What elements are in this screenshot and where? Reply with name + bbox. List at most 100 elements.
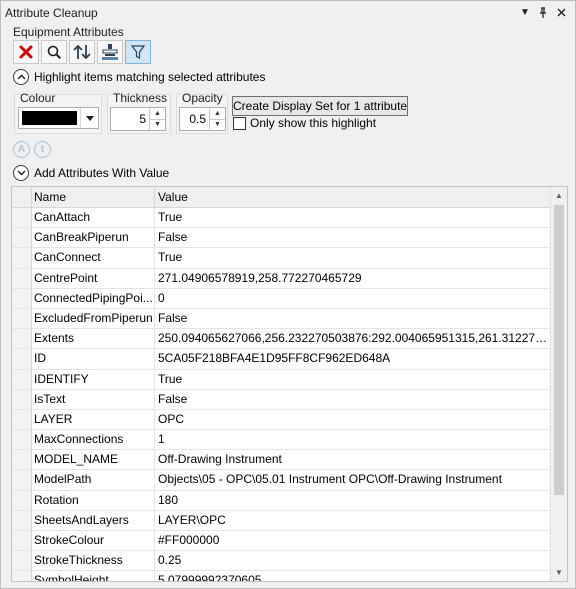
table-row[interactable]: CanConnect True	[12, 248, 551, 269]
attribute-name-cell[interactable]: IDENTIFY	[32, 369, 155, 389]
row-header[interactable]	[12, 268, 32, 288]
scroll-down-icon[interactable]: ▼	[551, 564, 567, 581]
table-row[interactable]: SymbolHeight 5.07999992370605	[12, 571, 551, 581]
row-header[interactable]	[12, 531, 32, 551]
stepper-up-icon[interactable]: ▲	[150, 108, 165, 119]
attribute-name-cell[interactable]: MaxConnections	[32, 430, 155, 450]
scroll-up-icon[interactable]: ▲	[551, 187, 567, 204]
colour-picker[interactable]	[18, 107, 99, 129]
table-row[interactable]: Extents 250.094065627066,256.232270503876…	[12, 329, 551, 350]
row-header[interactable]	[12, 228, 32, 248]
table-row[interactable]: ConnectedPipingPoi... 0	[12, 288, 551, 309]
table-row[interactable]: ID 5CA05F218BFA4E1D95FF8CF962ED648A	[12, 349, 551, 370]
table-row[interactable]: StrokeColour #FF000000	[12, 531, 551, 552]
attribute-value-cell[interactable]: 1	[155, 430, 551, 449]
row-header[interactable]	[12, 288, 32, 308]
opacity-stepper[interactable]: 0.5 ▲ ▼	[179, 107, 226, 131]
attribute-name-cell[interactable]: ConnectedPipingPoi...	[32, 288, 155, 308]
only-show-highlight-option[interactable]: Only show this highlight	[233, 116, 376, 130]
row-header[interactable]	[12, 389, 32, 409]
row-header[interactable]	[12, 450, 32, 470]
chevron-up-icon[interactable]	[13, 69, 29, 85]
attribute-value-cell[interactable]: 5CA05F218BFA4E1D95FF8CF962ED648A	[155, 349, 551, 368]
thickness-value[interactable]: 5	[111, 108, 149, 130]
attribute-value-cell[interactable]: 271.04906578919,258.772270465729	[155, 269, 551, 288]
zoom-button[interactable]	[41, 40, 67, 64]
attribute-name-cell[interactable]: CanAttach	[32, 208, 155, 228]
opacity-value[interactable]: 0.5	[180, 108, 209, 130]
attribute-name-cell[interactable]: Extents	[32, 329, 155, 349]
attribute-value-cell[interactable]: 180	[155, 491, 551, 510]
attribute-value-cell[interactable]: True	[155, 208, 551, 227]
row-header[interactable]	[12, 308, 32, 329]
create-display-set-button[interactable]: Create Display Set for 1 attribute	[232, 96, 408, 116]
row-header[interactable]	[12, 430, 32, 450]
attribute-name-cell[interactable]: SymbolHeight	[32, 571, 155, 581]
row-header[interactable]	[12, 248, 32, 268]
attribute-value-cell[interactable]: Off-Drawing Instrument	[155, 450, 551, 469]
table-row[interactable]: SheetsAndLayers LAYER\OPC	[12, 510, 551, 531]
attribute-name-cell[interactable]: ModelPath	[32, 470, 155, 490]
dropdown-icon[interactable]: ▼	[517, 5, 533, 21]
table-row[interactable]: IsText False	[12, 389, 551, 410]
table-row[interactable]: StrokeThickness 0.25	[12, 551, 551, 572]
attribute-name-cell[interactable]: Rotation	[32, 490, 155, 510]
stepper-up-icon[interactable]: ▲	[210, 108, 225, 119]
attribute-name-cell[interactable]: StrokeThickness	[32, 551, 155, 571]
attribute-value-cell[interactable]: #FF000000	[155, 531, 551, 550]
column-header-value[interactable]: Value	[155, 187, 551, 207]
filter-button[interactable]	[125, 40, 151, 64]
display-button[interactable]	[97, 40, 123, 64]
row-header[interactable]	[12, 490, 32, 510]
attribute-value-cell[interactable]: True	[155, 370, 551, 389]
row-header[interactable]	[12, 571, 32, 581]
delete-button[interactable]	[13, 40, 39, 64]
row-header[interactable]	[12, 329, 32, 349]
attribute-name-cell[interactable]: LAYER	[32, 409, 155, 430]
attribute-value-cell[interactable]: False	[155, 228, 551, 247]
table-row[interactable]: CentrePoint 271.04906578919,258.772270465…	[12, 268, 551, 289]
attribute-name-cell[interactable]: IsText	[32, 389, 155, 409]
attribute-name-cell[interactable]: CanConnect	[32, 248, 155, 268]
attribute-name-cell[interactable]: SheetsAndLayers	[32, 510, 155, 530]
column-header-name[interactable]: Name	[32, 187, 155, 207]
attribute-value-cell[interactable]: OPC	[155, 410, 551, 429]
only-show-checkbox[interactable]	[233, 116, 246, 130]
row-header[interactable]	[12, 349, 32, 369]
chevron-down-icon[interactable]	[13, 165, 29, 181]
attribute-value-cell[interactable]: True	[155, 248, 551, 267]
row-header[interactable]	[12, 470, 32, 490]
pin-icon[interactable]	[535, 5, 551, 21]
table-row[interactable]: IDENTIFY True	[12, 369, 551, 390]
add-attributes-section-header[interactable]: Add Attributes With Value	[13, 165, 169, 181]
row-header[interactable]	[12, 409, 32, 430]
swap-button[interactable]	[69, 40, 95, 64]
attribute-name-cell[interactable]: StrokeColour	[32, 531, 155, 551]
row-header[interactable]	[12, 510, 32, 530]
attribute-value-cell[interactable]: 5.07999992370605	[155, 571, 551, 581]
attribute-name-cell[interactable]: MODEL_NAME	[32, 450, 155, 470]
attribute-name-cell[interactable]: CanBreakPiperun	[32, 228, 155, 248]
attribute-value-cell[interactable]: False	[155, 390, 551, 409]
table-row[interactable]: Rotation 180	[12, 490, 551, 511]
vertical-scrollbar[interactable]: ▲ ▼	[550, 187, 567, 581]
attribute-value-cell[interactable]: 0.25	[155, 551, 551, 570]
row-header[interactable]	[12, 551, 32, 571]
thickness-stepper[interactable]: 5 ▲ ▼	[110, 107, 166, 131]
attribute-value-cell[interactable]: 250.094065627066,256.232270503876:292.00…	[155, 329, 551, 348]
row-header[interactable]	[12, 369, 32, 389]
highlight-section-header[interactable]: Highlight items matching selected attrib…	[13, 69, 265, 85]
table-row[interactable]: MODEL_NAME Off-Drawing Instrument	[12, 450, 551, 471]
attribute-value-cell[interactable]: LAYER\OPC	[155, 511, 551, 530]
attribute-value-cell[interactable]: Objects\05 - OPC\05.01 Instrument OPC\Of…	[155, 470, 551, 489]
row-header[interactable]	[12, 208, 32, 228]
attribute-name-cell[interactable]: ExcludedFromPiperun	[32, 308, 155, 329]
attribute-value-cell[interactable]: 0	[155, 289, 551, 308]
table-row[interactable]: CanAttach True	[12, 208, 551, 229]
close-icon[interactable]	[553, 5, 569, 21]
stepper-down-icon[interactable]: ▼	[210, 118, 225, 131]
table-row[interactable]: ModelPath Objects\05 - OPC\05.01 Instrume…	[12, 470, 551, 491]
attribute-name-cell[interactable]: ID	[32, 349, 155, 369]
attribute-value-cell[interactable]: False	[155, 309, 551, 328]
table-row[interactable]: MaxConnections 1	[12, 430, 551, 451]
